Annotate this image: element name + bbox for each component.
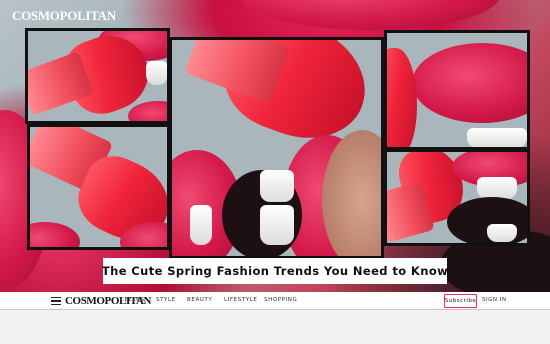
hero-brand-logo[interactable]: COSMOPOLITAN xyxy=(12,8,116,24)
nav-link-style[interactable]: STYLE xyxy=(156,297,176,303)
nav-link-lifestyle[interactable]: LIFESTYLE xyxy=(224,297,257,303)
background-lips-top xyxy=(240,0,500,30)
nav-link-celebs[interactable]: CELEBS xyxy=(120,297,145,303)
sign-in-link[interactable]: SIGN IN xyxy=(482,297,506,303)
photo-tile-lipstick-2 xyxy=(27,124,170,250)
menu-icon[interactable] xyxy=(51,297,61,305)
page-background xyxy=(0,311,550,344)
article-headline[interactable]: The Cute Spring Fashion Trends You Need … xyxy=(102,264,448,278)
subscribe-button[interactable]: Subscribe xyxy=(444,294,477,308)
photo-tile-lipstick-1 xyxy=(25,28,170,124)
site-navbar: COSMOPOLITAN CELEBS STYLE BEAUTY LIFESTY… xyxy=(0,292,550,310)
photo-tile-lipstick-bottom-right xyxy=(384,149,530,246)
nav-link-shopping[interactable]: SHOPPING xyxy=(264,297,297,303)
headline-card[interactable]: The Cute Spring Fashion Trends You Need … xyxy=(102,258,448,284)
nav-link-beauty[interactable]: BEAUTY xyxy=(187,297,212,303)
hero-banner[interactable]: COSMOPOLITAN The Cute Spring Fashion Tre… xyxy=(0,0,550,292)
photo-tile-lips-center xyxy=(169,37,384,259)
photo-tile-lips-top-right xyxy=(384,30,530,150)
